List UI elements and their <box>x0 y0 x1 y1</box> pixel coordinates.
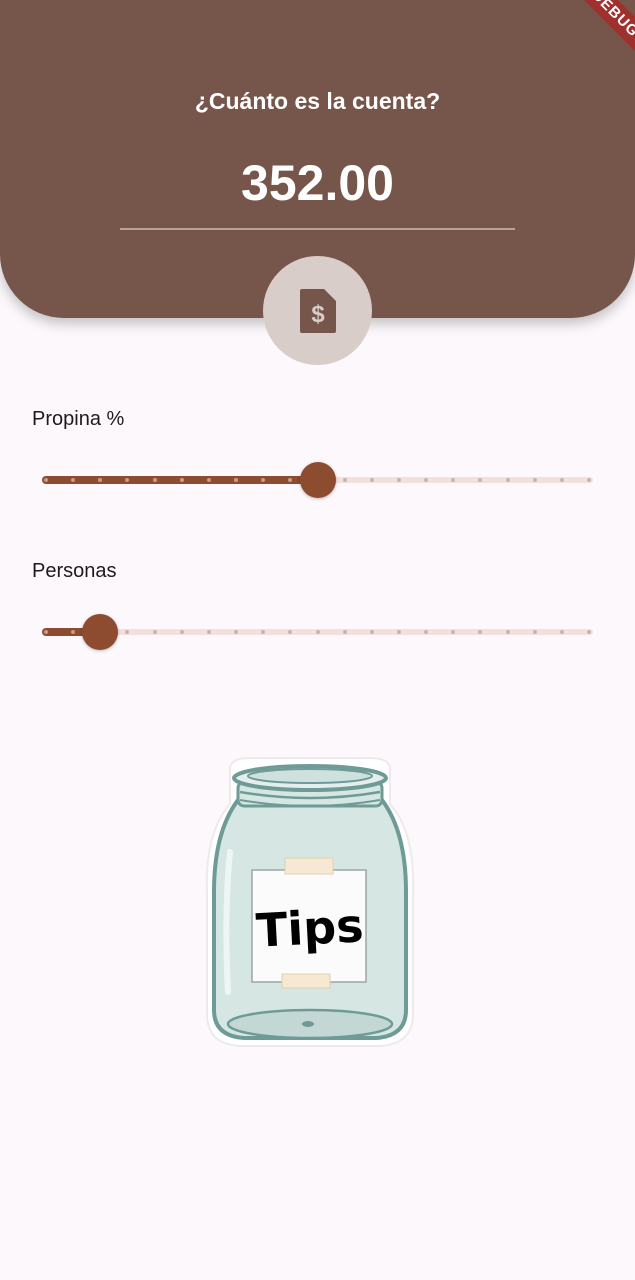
jar-label-text: Tips <box>255 898 365 958</box>
receipt-dollar-icon: $ <box>299 288 336 333</box>
slider-tick <box>44 478 48 482</box>
bill-amount-input[interactable]: 352.00 <box>120 150 515 230</box>
slider-tick <box>532 478 537 482</box>
slider-tick <box>505 630 510 634</box>
tip-jar-illustration: Tips <box>205 757 415 1047</box>
people-slider[interactable] <box>40 612 595 652</box>
slider-tick <box>206 630 211 634</box>
slider-thumb[interactable] <box>82 614 119 650</box>
slider-tick <box>587 478 591 482</box>
slider-tick <box>152 478 157 482</box>
slider-tick <box>587 630 591 634</box>
people-label: Personas <box>32 560 117 582</box>
svg-text:$: $ <box>311 301 325 328</box>
slider-tick <box>152 630 157 634</box>
slider-tick <box>369 478 374 482</box>
slider-tick <box>396 630 401 634</box>
slider-tick <box>342 478 347 482</box>
receipt-button[interactable]: $ <box>263 256 372 365</box>
slider-tick <box>315 630 320 634</box>
slider-tick <box>559 630 564 634</box>
slider-tick <box>179 630 184 634</box>
slider-tick <box>505 478 510 482</box>
debug-banner: DEBUG <box>555 0 635 80</box>
slider-tick <box>559 478 564 482</box>
slider-tick <box>532 630 537 634</box>
slider-tick <box>396 478 401 482</box>
slider-tick <box>179 478 184 482</box>
slider-tick <box>206 478 211 482</box>
slider-thumb[interactable] <box>299 462 336 498</box>
bill-question-title: ¿Cuánto es la cuenta? <box>194 88 441 114</box>
tip-percent-slider[interactable] <box>40 460 595 500</box>
slider-tick <box>44 630 48 634</box>
slider-tick <box>369 630 374 634</box>
slider-tick <box>342 630 347 634</box>
debug-banner-label: DEBUG <box>564 0 635 65</box>
tip-percent-label: Propina % <box>32 408 125 430</box>
